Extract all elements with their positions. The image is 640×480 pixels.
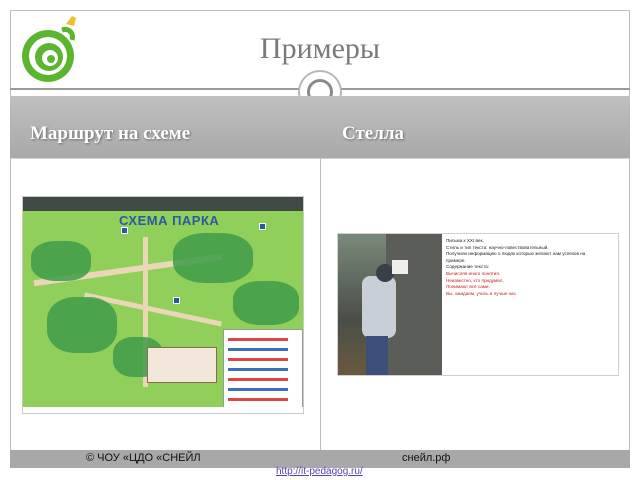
stella-red-line: Понимают всё сами. — [446, 284, 490, 290]
boy-legs — [366, 336, 388, 375]
stella-text: Письма к XXI век. Стиль и тип текста: на… — [446, 238, 618, 297]
map-title: СХЕМА ПАРКА — [119, 213, 220, 228]
stella-red-line: Вычисляя иного понятия. — [446, 270, 501, 276]
map-parking-icon — [259, 223, 266, 230]
map-forest — [233, 281, 299, 325]
footer-domain: снейл.рф — [402, 452, 451, 464]
column-divider — [320, 158, 321, 450]
stella-line: Содержание текста: — [446, 264, 489, 270]
stella-red-line: Вы, ожидаем, учись и лучше нас. — [446, 290, 518, 296]
slide-title: Примеры — [259, 32, 381, 65]
stella-photo-card: Письма к XXI век. Стиль и тип текста: на… — [337, 233, 619, 376]
stella-line: примере. — [446, 257, 466, 263]
header-stella: Стелла — [342, 123, 405, 144]
stella-line: Письма к XXI век. — [446, 238, 484, 243]
paper-sheet — [392, 260, 408, 274]
map-forest — [173, 233, 253, 283]
map-parking-icon — [173, 297, 180, 304]
map-frame-top — [23, 197, 303, 211]
footer-link[interactable]: http://it-pedagog.ru/ — [276, 466, 363, 477]
slide: Примеры Маршрут на схеме Стелла СХЕМА ПА… — [0, 0, 640, 480]
snail-spiral-logo — [22, 16, 76, 82]
stella-red-line: Неизвестно, кто придумал, — [446, 277, 504, 283]
boy-figure — [362, 276, 396, 338]
stella-photo — [338, 234, 442, 375]
map-legend — [223, 329, 303, 413]
header-route-on-map: Маршрут на схеме — [30, 123, 191, 144]
park-map-photo: СХЕМА ПАРКА — [22, 196, 304, 414]
stella-line: Стиль и тип текста: научно-повествовател… — [446, 244, 549, 250]
stella-line: Получили информацию о людях которые жела… — [446, 251, 586, 257]
map-forest — [31, 241, 91, 281]
map-frame-bottom — [23, 407, 303, 413]
map-parking-icon — [121, 227, 128, 234]
footer-copyright: © ЧОУ «ЦДО «СНЕЙЛ — [86, 452, 201, 464]
map-forest — [47, 297, 117, 353]
map-inset-photo — [147, 347, 217, 383]
